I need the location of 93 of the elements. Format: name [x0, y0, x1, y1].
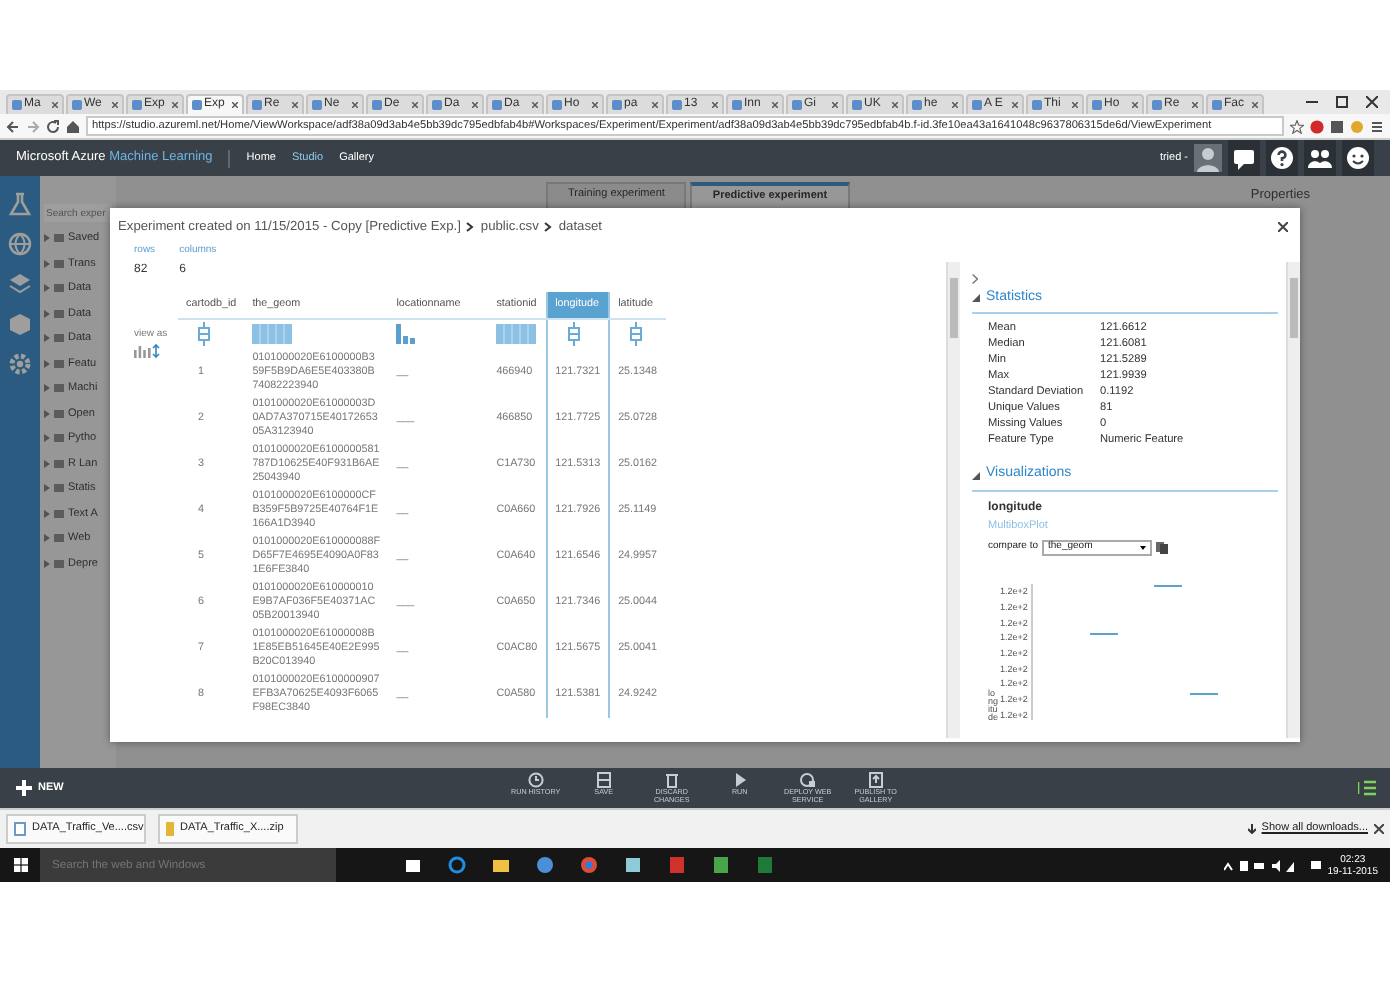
boxplot-icon	[567, 322, 580, 347]
expand-icon[interactable]	[44, 334, 50, 343]
boxplot-icon	[630, 322, 643, 347]
globe-icon[interactable]	[8, 232, 32, 256]
chevron-icon	[466, 222, 475, 233]
view-mode-icon[interactable]	[134, 343, 162, 358]
expand-icon[interactable]	[44, 359, 50, 368]
adblock-icon[interactable]	[1310, 119, 1324, 133]
close-icon[interactable]	[772, 102, 778, 108]
help-icon[interactable]	[1268, 144, 1296, 172]
back-icon[interactable]	[6, 119, 20, 133]
scrollbar[interactable]	[1286, 261, 1300, 738]
globe-icon	[799, 772, 816, 788]
close-icon[interactable]	[952, 102, 958, 108]
expand-icon[interactable]	[44, 259, 50, 268]
menu-icon[interactable]	[1370, 119, 1384, 133]
app-icon[interactable]	[535, 856, 553, 874]
expand-icon[interactable]	[44, 534, 50, 543]
browser-icon[interactable]	[447, 856, 465, 874]
windows-start-icon[interactable]	[13, 858, 27, 872]
expand-icon[interactable]	[44, 309, 50, 318]
expand-icon[interactable]	[44, 559, 50, 568]
close-icon[interactable]	[1374, 824, 1384, 834]
chevron-icon[interactable]	[972, 273, 978, 284]
close-icon[interactable]	[352, 102, 358, 108]
histogram-icon	[496, 324, 537, 345]
notification-icon[interactable]	[1309, 859, 1322, 871]
scrollbar[interactable]	[946, 261, 960, 738]
flask-icon[interactable]	[8, 192, 32, 216]
people-icon[interactable]	[1306, 144, 1334, 172]
minimize-icon[interactable]	[1306, 96, 1318, 108]
close-icon[interactable]	[1132, 102, 1138, 108]
close-icon[interactable]	[1072, 102, 1078, 108]
chat-icon[interactable]	[1230, 144, 1258, 172]
close-icon[interactable]	[532, 102, 538, 108]
close-icon[interactable]	[172, 102, 178, 108]
close-icon[interactable]	[1192, 102, 1198, 108]
close-icon[interactable]	[592, 102, 598, 108]
list-icon[interactable]	[1358, 780, 1376, 796]
expand-icon[interactable]	[44, 409, 50, 418]
close-icon[interactable]	[472, 102, 478, 108]
close-icon[interactable]	[1252, 102, 1258, 108]
save-icon	[595, 772, 612, 788]
close-icon[interactable]	[112, 102, 118, 108]
close-icon[interactable]	[1278, 222, 1288, 233]
close-icon[interactable]	[292, 102, 298, 108]
file-icon	[14, 822, 26, 836]
copy-icon[interactable]	[1156, 542, 1169, 555]
trash-icon	[663, 772, 680, 788]
boxplot-icon	[198, 322, 210, 347]
collapse-icon[interactable]	[972, 294, 980, 303]
close-icon[interactable]	[232, 102, 238, 108]
expand-icon[interactable]	[44, 484, 50, 493]
zip-file-icon	[166, 822, 174, 836]
smiley-icon[interactable]	[1344, 144, 1372, 172]
histogram-icon	[396, 324, 421, 345]
browser-icon[interactable]	[579, 856, 597, 874]
close-icon[interactable]	[1366, 96, 1378, 108]
expand-icon[interactable]	[44, 384, 50, 393]
document-icon[interactable]	[711, 856, 729, 874]
expand-icon[interactable]	[44, 459, 50, 468]
store-icon[interactable]	[403, 856, 421, 874]
app-icon[interactable]	[623, 856, 641, 874]
cube-icon[interactable]	[8, 312, 32, 336]
clock-icon	[527, 772, 544, 788]
layers-icon[interactable]	[8, 272, 32, 296]
home-icon[interactable]	[66, 119, 80, 133]
expand-icon[interactable]	[44, 234, 50, 243]
collapse-icon[interactable]	[972, 471, 980, 480]
expand-icon[interactable]	[44, 434, 50, 443]
close-icon[interactable]	[652, 102, 658, 108]
close-icon[interactable]	[712, 102, 718, 108]
close-icon[interactable]	[52, 102, 58, 108]
close-icon[interactable]	[832, 102, 838, 108]
play-icon	[731, 772, 748, 788]
spreadsheet-icon[interactable]	[755, 856, 773, 874]
star-icon[interactable]	[1290, 119, 1304, 133]
folder-icon[interactable]	[491, 856, 509, 874]
expand-icon[interactable]	[44, 284, 50, 293]
reload-icon[interactable]	[46, 119, 60, 133]
expand-icon[interactable]	[44, 509, 50, 518]
close-icon[interactable]	[1012, 102, 1018, 108]
caret-icon	[1140, 546, 1147, 551]
pdf-icon[interactable]	[667, 856, 685, 874]
close-icon[interactable]	[892, 102, 898, 108]
download-icon	[1247, 824, 1256, 834]
gear-icon[interactable]	[8, 352, 32, 376]
chevron-icon	[544, 222, 553, 233]
plus-icon	[16, 780, 32, 796]
close-icon[interactable]	[412, 102, 418, 108]
histogram-icon	[252, 324, 293, 345]
maximize-icon[interactable]	[1336, 96, 1348, 108]
upload-icon	[867, 772, 884, 788]
